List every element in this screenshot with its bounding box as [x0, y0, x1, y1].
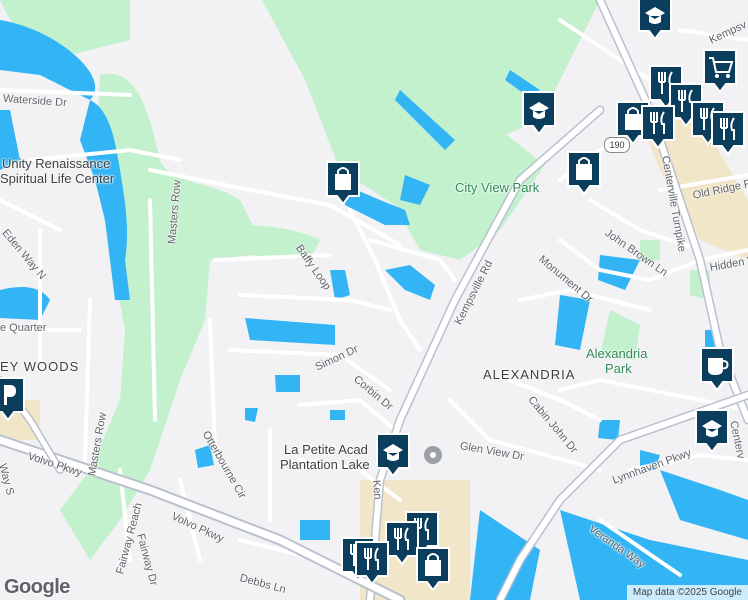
label-quarter: e Quarter [0, 322, 47, 334]
label-alexandria-park-1: Alexandria [586, 346, 648, 361]
graduation-cap-icon[interactable] [375, 432, 411, 478]
graduation-cap-icon[interactable] [521, 90, 557, 136]
restaurant-icon[interactable] [640, 104, 676, 150]
label-ey-woods: EY WOODS [0, 359, 80, 374]
label-la-petite-2: Plantation Lake [280, 457, 370, 472]
map-view[interactable]: Waterside Dr Unity Renaissance Spiritual… [0, 0, 748, 600]
google-logo: Google [4, 576, 70, 598]
graduation-cap-icon[interactable] [637, 0, 673, 41]
label-unity-line2: Spiritual Life Center [0, 171, 115, 186]
map-attribution[interactable]: Map data ©2025 Google [626, 585, 748, 600]
shopping-bag-icon[interactable] [566, 150, 602, 196]
shopping-cart-icon[interactable] [702, 48, 738, 94]
label-city-view-park: City View Park [455, 180, 540, 195]
graduation-cap-icon[interactable] [694, 408, 730, 454]
coffee-icon[interactable] [699, 346, 735, 392]
label-unity-line1: Unity Renaissance [2, 156, 111, 171]
label-la-petite-1: La Petite Acad [284, 442, 368, 457]
shopping-bag-icon[interactable] [325, 160, 361, 206]
label-alexandria: ALEXANDRIA [483, 367, 576, 382]
shopping-bag-icon[interactable] [415, 546, 451, 592]
restaurant-icon[interactable] [354, 540, 390, 586]
label-ken: Ken [370, 479, 384, 501]
restaurant-icon[interactable] [710, 110, 746, 156]
map-base [0, 0, 748, 600]
label-alexandria-park-2: Park [605, 361, 632, 376]
parking-icon[interactable] [0, 376, 26, 422]
